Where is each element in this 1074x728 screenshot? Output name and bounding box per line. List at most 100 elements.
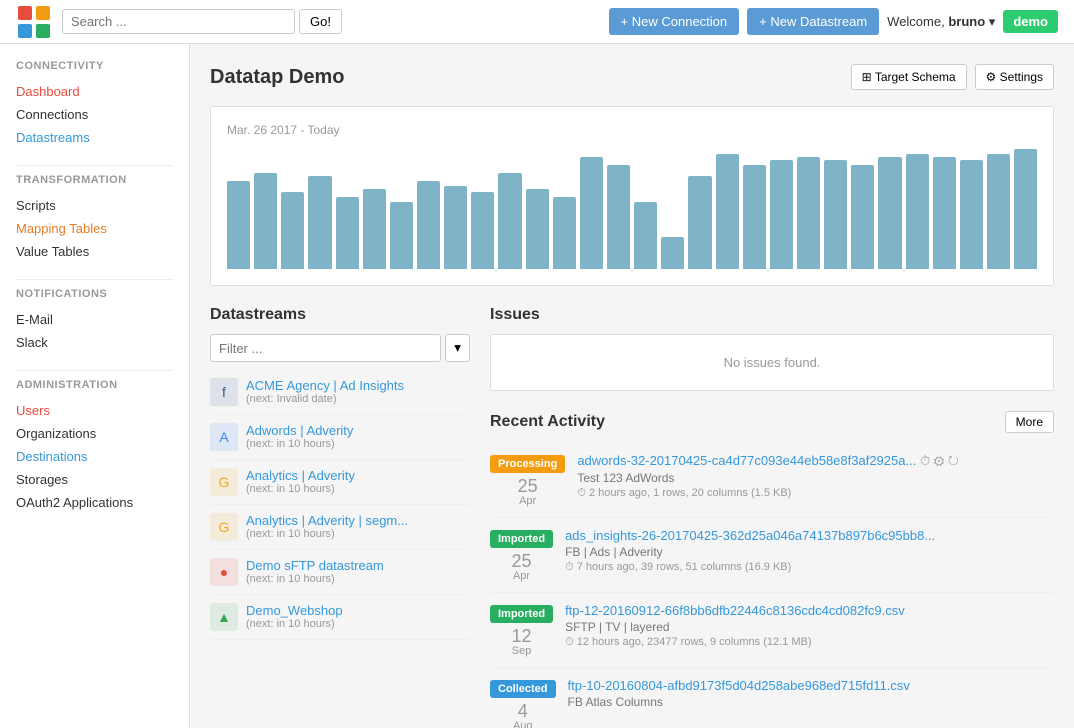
activity-content: ftp-10-20160804-afbd9173f5d04d258abe968e… [568, 678, 1054, 711]
sidebar-item-slack[interactable]: Slack [16, 331, 173, 354]
status-badge: Imported [490, 605, 553, 623]
list-item[interactable]: G Analytics | Adverity (next: in 10 hour… [210, 460, 470, 505]
datastream-sub: (next: in 10 hours) [246, 618, 470, 630]
chart-bar [933, 157, 956, 269]
datastream-sub: (next: Invalid date) [246, 393, 470, 405]
settings-button[interactable]: ⚙ Settings [975, 64, 1054, 90]
page-header: Datatap Demo ⊞ Target Schema ⚙ Settings [210, 64, 1054, 90]
search-input[interactable] [62, 9, 295, 34]
chart-bar [716, 154, 739, 269]
list-item[interactable]: ● Demo sFTP datastream (next: in 10 hour… [210, 550, 470, 595]
activity-link[interactable]: ftp-12-20160912-66f8bb6dfb22446c8136cdc4… [565, 603, 1054, 618]
activity-link[interactable]: adwords-32-20170425-ca4d77c093e44eb58e8f… [577, 453, 1054, 469]
search-button[interactable]: Go! [299, 9, 342, 34]
header-actions: + New Connection + New Datastream Welcom… [609, 8, 1058, 35]
activity-content: ads_insights-26-20170425-362d25a046a7413… [565, 528, 1054, 574]
sidebar-item-connections[interactable]: Connections [16, 103, 173, 126]
activity-meta: Test 123 AdWords [577, 471, 1054, 485]
sidebar-item-organizations[interactable]: Organizations [16, 422, 173, 445]
activity-content: adwords-32-20170425-ca4d77c093e44eb58e8f… [577, 453, 1054, 500]
datastream-name: ACME Agency | Ad Insights [246, 378, 470, 393]
table-row: Imported 12 Sep ftp-12-20160912-66f8bb6d… [490, 593, 1054, 668]
activity-meta: FB | Ads | Adverity [565, 545, 1054, 559]
activity-detail: ⏱ 12 hours ago, 23477 rows, 9 columns (1… [565, 636, 1054, 649]
datastream-icon: A [210, 423, 238, 451]
sidebar-item-scripts[interactable]: Scripts [16, 194, 173, 217]
chart-bar [417, 181, 440, 269]
no-issues-msg: No issues found. [724, 355, 821, 370]
new-datastream-button[interactable]: + New Datastream [747, 8, 879, 35]
activity-list: Processing 25 Apr adwords-32-20170425-ca… [490, 443, 1054, 728]
datastream-icon: G [210, 468, 238, 496]
chart-bar [743, 165, 766, 269]
sidebar-item-storages[interactable]: Storages [16, 468, 173, 491]
chart-bar [1014, 149, 1037, 269]
activity-date: 25 Apr [510, 477, 546, 507]
chart-bar [987, 154, 1010, 269]
sidebar-item-dashboard[interactable]: Dashboard [16, 80, 173, 103]
status-badge: Imported [490, 530, 553, 548]
chart-bar [390, 202, 413, 269]
sidebar-item-email[interactable]: E-Mail [16, 308, 173, 331]
target-schema-button[interactable]: ⊞ Target Schema [851, 64, 967, 90]
page-title: Datatap Demo [210, 66, 344, 89]
chart-bar [498, 173, 521, 269]
chart-bar [526, 189, 549, 269]
datastream-name: Analytics | Adverity [246, 468, 470, 483]
new-connection-button[interactable]: + New Connection [609, 8, 740, 35]
chart-bar [336, 197, 359, 269]
list-item[interactable]: f ACME Agency | Ad Insights (next: Inval… [210, 370, 470, 415]
chart-bar [471, 192, 494, 269]
sidebar-item-value-tables[interactable]: Value Tables [16, 240, 173, 263]
sidebar-divider-3 [16, 370, 173, 371]
filter-input[interactable] [210, 334, 441, 362]
datastream-name: Demo_Webshop [246, 603, 470, 618]
app-header: Go! + New Connection + New Datastream We… [0, 0, 1074, 44]
status-badge: Collected [490, 680, 556, 698]
sidebar-item-destinations[interactable]: Destinations [16, 445, 173, 468]
datastream-sub: (next: in 10 hours) [246, 573, 470, 585]
activity-meta: SFTP | TV | layered [565, 620, 1054, 634]
list-item[interactable]: ▲ Demo_Webshop (next: in 10 hours) [210, 595, 470, 640]
activity-badge-date: Imported 12 Sep [490, 603, 553, 657]
activity-meta: FB Atlas Columns [568, 695, 1054, 709]
activity-link[interactable]: ftp-10-20160804-afbd9173f5d04d258abe968e… [568, 678, 1054, 693]
chart-bar [580, 157, 603, 269]
chart-bar [281, 192, 304, 269]
sidebar-item-oauth2[interactable]: OAuth2 Applications [16, 491, 173, 514]
transformation-section-title: TRANSFORMATION [16, 174, 173, 186]
chart-bar [553, 197, 576, 269]
chart-bars [227, 149, 1037, 269]
datastream-icon: ▲ [210, 603, 238, 631]
activity-link[interactable]: ads_insights-26-20170425-362d25a046a7413… [565, 528, 1054, 543]
chart-bar [960, 160, 983, 269]
table-row: Processing 25 Apr adwords-32-20170425-ca… [490, 443, 1054, 518]
sidebar-section-notifications: NOTIFICATIONS E-Mail Slack [0, 288, 189, 354]
chart-bar [851, 165, 874, 269]
filter-row: ▾ [210, 334, 470, 362]
notifications-section-title: NOTIFICATIONS [16, 288, 173, 300]
table-row: Collected 4 Aug ftp-10-20160804-afbd9173… [490, 668, 1054, 728]
more-button[interactable]: More [1005, 411, 1054, 433]
list-item[interactable]: A Adwords | Adverity (next: in 10 hours) [210, 415, 470, 460]
datastream-sub: (next: in 10 hours) [246, 483, 470, 495]
datastream-info: Demo sFTP datastream (next: in 10 hours) [246, 558, 470, 585]
sidebar: CONNECTIVITY Dashboard Connections Datas… [0, 44, 190, 728]
chart-bar [688, 176, 711, 269]
activity-date: 4 Aug [505, 702, 541, 728]
sidebar-item-datastreams[interactable]: Datastreams [16, 126, 173, 149]
sidebar-divider-1 [16, 165, 173, 166]
connectivity-section-title: CONNECTIVITY [16, 60, 173, 72]
org-badge[interactable]: demo [1003, 10, 1058, 33]
table-row: Imported 25 Apr ads_insights-26-20170425… [490, 518, 1054, 593]
list-item[interactable]: G Analytics | Adverity | segm... (next: … [210, 505, 470, 550]
sidebar-section-administration: ADMINISTRATION Users Organizations Desti… [0, 379, 189, 514]
activity-detail: ⏱ 2 hours ago, 1 rows, 20 columns (1.5 K… [577, 487, 1054, 500]
sidebar-item-mapping-tables[interactable]: Mapping Tables [16, 217, 173, 240]
activity-header: Recent Activity More [490, 411, 1054, 433]
sidebar-item-users[interactable]: Users [16, 399, 173, 422]
chart-bar [308, 176, 331, 269]
filter-button[interactable]: ▾ [445, 334, 470, 362]
chart-bar [634, 202, 657, 269]
activity-date: 25 Apr [504, 552, 540, 582]
